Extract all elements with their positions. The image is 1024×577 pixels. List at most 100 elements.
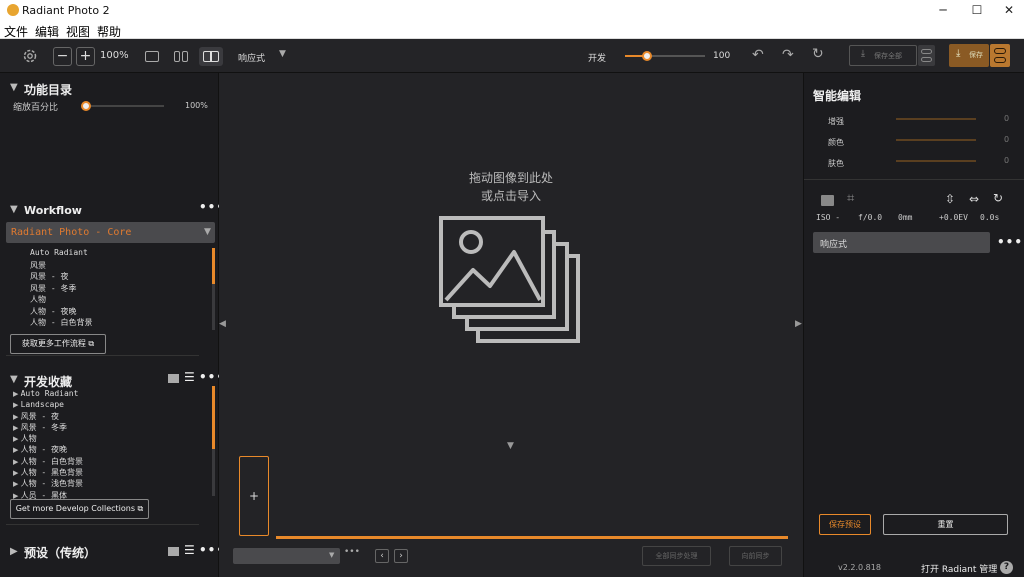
rotate-icon[interactable]: ↻ <box>993 191 1003 205</box>
save-options-toggle[interactable] <box>990 44 1010 67</box>
list-item[interactable]: ▶ 人物 <box>13 431 208 443</box>
sync-all-label: 全部同步处理 <box>655 552 698 560</box>
filmstrip-scrollbar[interactable] <box>276 536 788 539</box>
more-workflows-button[interactable]: 获取更多工作流程 ⧉ <box>10 334 106 354</box>
list-item[interactable]: ▶ 人物 - 夜晚 <box>13 442 208 454</box>
list-item[interactable]: Auto Radiant <box>30 248 200 260</box>
list-view-icon[interactable]: ☰ <box>184 543 195 557</box>
list-item[interactable]: ▶ 风景 - 冬季 <box>13 420 208 432</box>
single-view-icon[interactable] <box>145 51 159 62</box>
settings-gear-icon[interactable] <box>22 48 38 64</box>
list-item[interactable]: ▶ Landscape <box>13 397 208 409</box>
flip-horizontal-icon[interactable]: ⇔ <box>969 192 979 206</box>
smart-slider-track[interactable] <box>896 118 976 120</box>
left-panel: ▼ 功能目录 缩放百分比 100% ▼ Workflow ••• Radiant… <box>0 73 224 577</box>
list-item[interactable]: ▶ 风景 - 夜 <box>13 409 208 421</box>
reset-button[interactable]: 重置 <box>883 514 1008 535</box>
list-item[interactable]: 风景 <box>30 260 200 272</box>
smart-slider-track[interactable] <box>896 160 976 162</box>
side-by-side-view-button[interactable] <box>199 47 223 66</box>
list-item[interactable]: 人物 - 白色背景 <box>30 317 200 329</box>
crop-icon[interactable]: ⌗ <box>847 191 854 206</box>
zoom-in-button[interactable]: + <box>76 47 95 66</box>
sync-forward-button[interactable]: 向前同步 <box>729 546 782 566</box>
smart-slider-track[interactable] <box>896 139 976 141</box>
collapse-bottom-icon[interactable]: ▼ <box>507 441 514 451</box>
mode-select[interactable]: 响应式 <box>238 51 265 64</box>
filmstrip-filter-select[interactable]: ▼ <box>233 548 340 564</box>
maximize-button[interactable]: ☐ <box>960 0 994 21</box>
redo-icon[interactable]: ↷ <box>782 47 794 63</box>
split-view-icon[interactable] <box>174 51 188 62</box>
grid-view-icon[interactable] <box>168 547 179 556</box>
toolbar: − + 100% 响应式 ▼ 开发 100 ↶ ↷ ↻ ⤓ 保存全部 ⤓ 保存 <box>0 39 1024 73</box>
next-image-button[interactable]: › <box>394 549 408 563</box>
save-all-options-toggle[interactable] <box>918 45 935 66</box>
divider <box>804 179 1024 180</box>
workflow-scrollbar-thumb[interactable] <box>212 248 215 284</box>
smart-slider-value: 0 <box>1004 114 1010 123</box>
exif-focal: 0mm <box>898 213 913 222</box>
scale-slider-thumb[interactable] <box>81 101 91 111</box>
strength-slider[interactable] <box>625 51 705 61</box>
close-button[interactable]: ✕ <box>992 0 1024 21</box>
workflow-collapse-icon[interactable]: ▼ <box>10 204 18 215</box>
smart-slider-row[interactable]: 颜色 0 <box>828 135 1018 156</box>
import-images-icon[interactable] <box>438 214 584 346</box>
undo-icon[interactable]: ↶ <box>752 47 764 63</box>
zoom-level: 100% <box>100 50 129 61</box>
flip-vertical-icon[interactable]: ⇳ <box>945 192 955 206</box>
list-item[interactable]: 人物 <box>30 294 200 306</box>
dev-scrollbar-thumb[interactable] <box>212 386 215 449</box>
list-item[interactable]: 人物 - 夜晚 <box>30 306 200 318</box>
smart-slider-row[interactable]: 增强 0 <box>828 114 1018 135</box>
image-info-icon[interactable] <box>821 195 834 206</box>
grid-view-icon[interactable] <box>168 374 179 383</box>
presets-expand-icon[interactable]: ▶ <box>10 546 18 557</box>
zoom-out-button[interactable]: − <box>53 47 72 66</box>
menu-view[interactable]: 视图 <box>62 21 93 40</box>
save-preset-button[interactable]: 保存预设 <box>819 514 871 535</box>
divider <box>6 355 199 356</box>
minimize-button[interactable]: ─ <box>926 0 960 21</box>
menu-file[interactable]: 文件 <box>0 21 31 40</box>
filmstrip-more-icon[interactable]: ••• <box>344 547 360 557</box>
save-all-button[interactable]: ⤓ 保存全部 <box>849 45 917 66</box>
previous-image-button[interactable]: ‹ <box>375 549 389 563</box>
add-image-button[interactable]: + <box>239 456 269 536</box>
save-button[interactable]: ⤓ 保存 <box>949 44 989 67</box>
drop-zone-text[interactable]: 拖动图像到此处 或点击导入 <box>219 169 803 205</box>
download-icon: ⤓ <box>956 48 961 59</box>
list-item[interactable]: ▶ Auto Radiant <box>13 386 208 398</box>
list-item[interactable]: ▶ 人员 - 黑体 <box>13 488 208 500</box>
list-view-icon[interactable]: ☰ <box>184 370 195 384</box>
smart-slider-value: 0 <box>1004 156 1010 165</box>
open-manager-link[interactable]: 打开 Radiant 管理 <box>921 562 997 575</box>
workflow-select[interactable]: Radiant Photo - Core ▼ <box>6 222 215 243</box>
scale-slider[interactable] <box>85 105 164 107</box>
list-item[interactable]: 风景 - 冬季 <box>30 283 200 295</box>
exif-ev: +0.0EV <box>939 213 968 222</box>
strength-thumb[interactable] <box>642 51 653 61</box>
mode-dropdown-icon[interactable]: ▼ <box>279 49 286 59</box>
reset-all-icon[interactable]: ↻ <box>812 46 824 62</box>
list-item[interactable]: ▶ 人物 - 白色背景 <box>13 454 208 466</box>
more-collections-button[interactable]: Get more Develop Collections ⧉ <box>10 499 149 519</box>
chevron-down-icon: ▼ <box>329 551 335 559</box>
menu-edit[interactable]: 编辑 <box>31 21 62 40</box>
sync-all-button[interactable]: 全部同步处理 <box>642 546 711 566</box>
preset-more-icon[interactable]: ••• <box>997 235 1023 249</box>
dev-collapse-icon[interactable]: ▼ <box>10 374 18 385</box>
help-label: ? <box>1003 562 1010 572</box>
list-item[interactable]: ▶ 人物 - 浅色背景 <box>13 476 208 488</box>
menu-help[interactable]: 帮助 <box>93 21 124 40</box>
catalog-collapse-icon[interactable]: ▼ <box>10 82 18 93</box>
collapse-right-icon[interactable]: ▶ <box>795 319 802 329</box>
smart-slider-row[interactable]: 肤色 0 <box>828 156 1018 177</box>
collapse-left-icon[interactable]: ◀ <box>219 319 226 329</box>
image-canvas[interactable]: 拖动图像到此处 或点击导入 ◀ ▶ ▼ + ▼ ••• ‹ › 全部同步处理 向… <box>219 73 803 577</box>
list-item[interactable]: ▶ 人物 - 黑色背景 <box>13 465 208 477</box>
list-item[interactable]: 风景 - 夜 <box>30 271 200 283</box>
preset-name-field[interactable]: 响应式 <box>813 232 990 253</box>
help-icon[interactable]: ? <box>1000 561 1013 574</box>
